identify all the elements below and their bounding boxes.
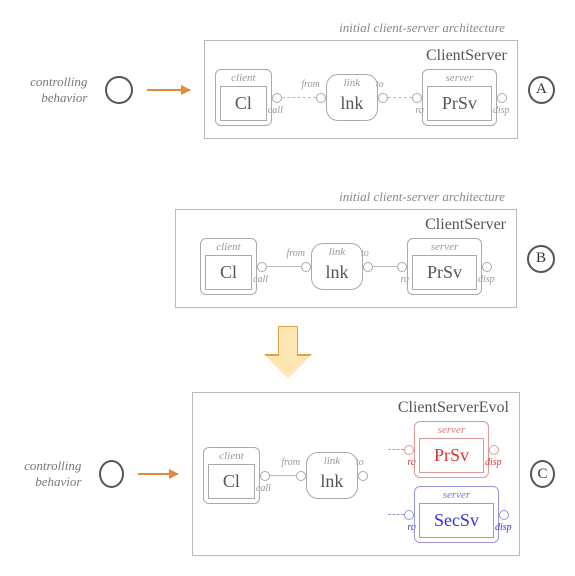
conn-rq1-c: rq — [388, 445, 414, 455]
conn-disp2-c: disp — [499, 510, 509, 520]
server-comp-a: server PrSv — [422, 69, 497, 126]
port-call-a — [272, 93, 282, 103]
port-disp2-label-c: disp — [495, 522, 512, 533]
port-call-label-c: call — [256, 483, 271, 494]
link-label-b: link — [316, 246, 358, 258]
link-comp-c: link lnk — [306, 452, 358, 499]
port-call-label-a: call — [268, 105, 283, 116]
conn-lnk-sv-a: to rq — [378, 93, 422, 103]
port-from-label-b: from — [286, 248, 305, 259]
client-name-b: Cl — [205, 255, 252, 290]
server1-label-c: server — [419, 424, 484, 436]
conn-disp-b: disp — [482, 262, 492, 272]
control-arrow-c — [138, 473, 177, 475]
link-name-b: lnk — [316, 260, 358, 285]
box-title-b: ClientServer — [186, 216, 506, 234]
arch-label-b: initial client-server architecture — [20, 189, 555, 205]
badge-a: A — [528, 76, 555, 104]
conn-cl-lnk-b: call from — [257, 262, 311, 272]
port-disp-a — [497, 93, 507, 103]
controlling-node-c — [99, 460, 124, 488]
server1-comp-c: server PrSv — [414, 421, 489, 478]
link-comp-b: link lnk — [311, 243, 363, 290]
controlling-node-a — [105, 76, 132, 104]
port-from-label-a: from — [301, 79, 320, 90]
arch-label-a: initial client-server architecture — [20, 20, 555, 36]
link-name-c: lnk — [311, 469, 353, 494]
conn-lnk-sv-b: to rq — [363, 262, 407, 272]
controlling-label-c: controlling behavior — [20, 458, 81, 490]
link-label-a: link — [331, 77, 373, 89]
server2-comp-c: server SecSv — [414, 486, 499, 543]
client-comp-a: client Cl — [215, 69, 272, 126]
conn-disp-a: disp — [497, 93, 507, 103]
conn-disp1-c: disp — [489, 445, 499, 455]
client-label-b: client — [205, 241, 252, 253]
port-call-label-b: call — [253, 274, 268, 285]
server2-name-c: SecSv — [419, 503, 494, 538]
server-label-b: server — [412, 241, 477, 253]
server1-name-c: PrSv — [419, 438, 484, 473]
port-disp-label-b: disp — [478, 274, 495, 285]
port-to-label-b: to — [361, 248, 369, 259]
client-name-c: Cl — [208, 464, 255, 499]
client-comp-b: client Cl — [200, 238, 257, 295]
server-label-a: server — [427, 72, 492, 84]
server2-label-c: server — [419, 489, 494, 501]
port-to-label-c: to — [356, 457, 364, 468]
client-name-a: Cl — [220, 86, 267, 121]
client-label-c: client — [208, 450, 255, 462]
port-rq-a — [412, 93, 422, 103]
client-label-a: client — [220, 72, 267, 84]
port-from-a — [316, 93, 326, 103]
conn-cl-lnk-a: call from — [272, 93, 326, 103]
evolution-arrow — [20, 326, 555, 378]
client-comp-c: client Cl — [203, 447, 260, 504]
badge-b: B — [527, 245, 555, 273]
server-name-b: PrSv — [412, 255, 477, 290]
server-name-a: PrSv — [427, 86, 492, 121]
controlling-label-a: controlling behavior — [20, 74, 87, 106]
clientserver-box-b: ClientServer client Cl call from link ln… — [175, 209, 517, 308]
link-comp-a: link lnk — [326, 74, 378, 121]
control-arrow-a — [147, 89, 190, 91]
conn-lnk-to-c: to — [358, 471, 368, 481]
conn-rq2-c: rq — [388, 510, 414, 520]
port-disp-label-a: disp — [493, 105, 510, 116]
box-title-a: ClientServer — [215, 47, 507, 65]
port-disp1-label-c: disp — [485, 457, 502, 468]
badge-c: C — [530, 460, 555, 488]
link-name-a: lnk — [331, 91, 373, 116]
clientserver-box-a: ClientServer client Cl call from link ln… — [204, 40, 518, 139]
port-to-a — [378, 93, 388, 103]
box-title-c: ClientServerEvol — [203, 399, 509, 417]
port-from-label-c: from — [281, 457, 300, 468]
link-label-c: link — [311, 455, 353, 467]
port-to-label-a: to — [376, 79, 384, 90]
conn-cl-lnk-c: call from — [260, 471, 306, 481]
server-comp-b: server PrSv — [407, 238, 482, 295]
clientserverevol-box-c: ClientServerEvol client Cl call from lin… — [192, 392, 520, 556]
